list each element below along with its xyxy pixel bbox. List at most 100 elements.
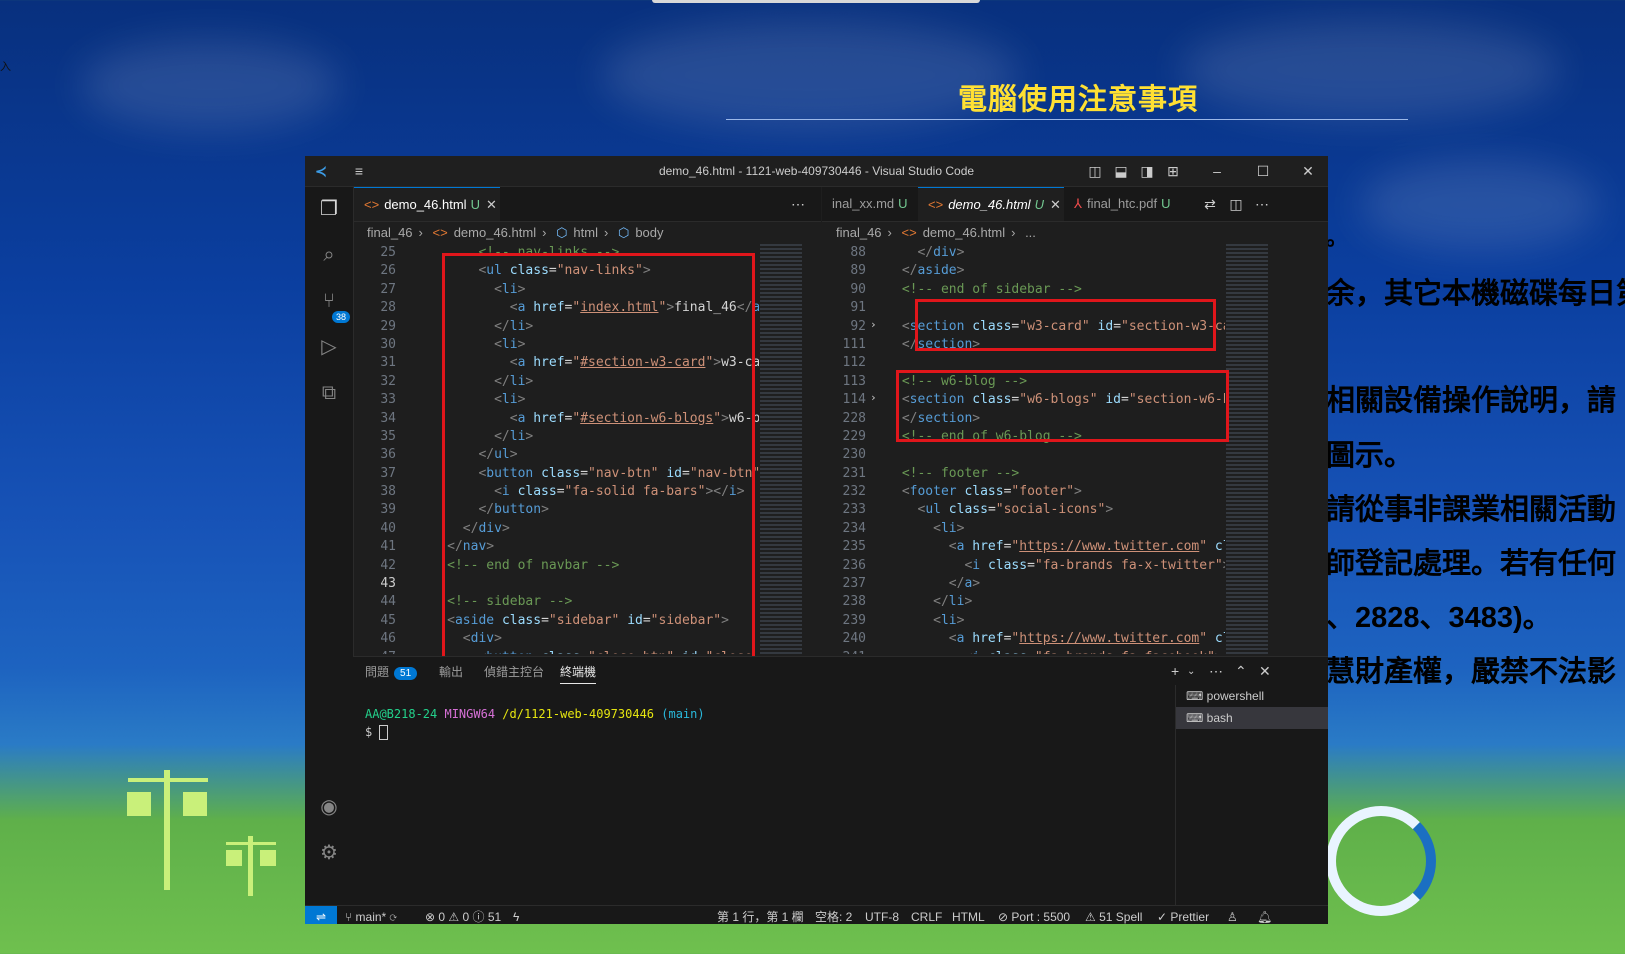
cursor-position[interactable]: 第 1 行，第 1 欄 — [717, 906, 804, 924]
open-changes-icon[interactable]: ⇄ — [1202, 196, 1218, 212]
run-debug-icon[interactable]: ▷ — [317, 335, 341, 359]
pdf-file-icon: ⅄ — [1074, 196, 1082, 211]
right-scrollbar[interactable] — [1270, 244, 1282, 654]
terminal-item-powershell[interactable]: ⌨ powershell — [1176, 685, 1328, 707]
close-tab-icon[interactable]: ✕ — [486, 197, 497, 212]
html-file-icon: <> — [364, 197, 380, 212]
prettier-status[interactable]: ✓ Prettier — [1157, 906, 1209, 924]
tab-terminal[interactable]: 終端機 — [560, 663, 597, 684]
line-number: 41 — [380, 539, 396, 555]
source-control-icon[interactable]: ⑂ — [317, 289, 341, 313]
line-number: 37 — [380, 465, 396, 481]
more-actions-icon[interactable]: ⋯ — [1209, 663, 1223, 680]
line-number: 234 — [842, 520, 866, 536]
close-tab-icon[interactable]: ✕ — [1050, 197, 1061, 212]
terminal-user: AA@B218-24 — [365, 707, 438, 721]
line-number: 228 — [842, 410, 866, 426]
explorer-icon[interactable]: ❐ — [317, 197, 341, 221]
chevron-down-icon[interactable]: ⌄ — [1187, 666, 1195, 677]
title-bar: ≺ ≡ demo_46.html - 1121-web-409730446 - … — [305, 156, 1328, 187]
split-editor-icon[interactable]: ◫ — [1228, 196, 1244, 212]
more-actions-icon[interactable]: ⋯ — [1254, 196, 1270, 212]
lightning-icon[interactable]: ϟ — [513, 906, 519, 924]
line-number: 46 — [380, 631, 396, 647]
accounts-icon[interactable]: ◉ — [317, 795, 341, 819]
spell-check[interactable]: ⚠ 51 Spell — [1085, 906, 1142, 924]
line-number: 32 — [380, 373, 396, 389]
tab-debug-console[interactable]: 偵錯主控台 — [484, 663, 544, 680]
left-tab-bar: <> demo_46.html U ✕ ⋯ — [354, 187, 821, 222]
notifications-bell-icon[interactable]: 🔔︎ — [1257, 906, 1272, 924]
line-number: 44 — [380, 594, 396, 610]
line-number: 112 — [842, 355, 866, 371]
new-terminal-icon[interactable]: + — [1171, 663, 1179, 679]
left-scrollbar[interactable] — [802, 244, 814, 654]
encoding[interactable]: UTF-8 — [865, 906, 899, 924]
fold-chevron-icon[interactable]: › — [870, 391, 877, 404]
language-mode[interactable]: HTML — [952, 906, 985, 924]
terminal-item-bash[interactable]: ⌨ bash — [1176, 707, 1328, 729]
fold-chevron-icon[interactable]: › — [870, 318, 877, 331]
toggle-panel-icon[interactable]: ⬓ — [1113, 163, 1129, 179]
line-number: 91 — [850, 300, 866, 316]
tab-problems[interactable]: 問題 51 — [365, 663, 418, 680]
status-bar: ⇌ ⑂ main* ⟳ ⊗ 0 ⚠ 0 ⓘ 51 ϟ 第 1 行，第 1 欄 空… — [305, 905, 1328, 924]
tab-demo-46-right[interactable]: <> demo_46.html U ✕ — [918, 187, 1064, 221]
more-actions-icon[interactable]: ⋯ — [790, 196, 806, 212]
accounts-status-icon[interactable]: ♙ — [1227, 906, 1238, 924]
line-number: 89 — [850, 263, 866, 279]
maximize-panel-icon[interactable]: ⌃ — [1235, 663, 1247, 680]
live-server-port[interactable]: ⊘ Port : 5500 — [998, 906, 1070, 924]
line-number: 25 — [380, 245, 396, 260]
line-number: 26 — [380, 263, 396, 279]
annotation-box — [915, 299, 1216, 351]
terminal-list: ⌨ powershell ⌨ bash — [1175, 685, 1328, 906]
settings-gear-icon[interactable]: ⚙ — [317, 841, 341, 865]
annotation-box — [442, 253, 755, 663]
bottom-panel: 問題 51 輸出 偵錯主控台 終端機 + ⌄ ⋯ ⌃ ✕ AA@B218-24 M… — [353, 656, 1328, 906]
cloud — [80, 40, 340, 130]
line-number: 30 — [380, 336, 396, 352]
line-number: 38 — [380, 484, 396, 500]
line-number: 232 — [842, 484, 866, 500]
branch-status[interactable]: ⑂ main* ⟳ — [345, 906, 397, 924]
toggle-secondary-sidebar-icon[interactable]: ◨ — [1139, 163, 1155, 179]
problems-status[interactable]: ⊗ 0 ⚠ 0 ⓘ 51 — [425, 906, 501, 924]
corner-mark: 入 — [0, 61, 11, 73]
left-minimap[interactable] — [760, 244, 802, 654]
lamp-head — [183, 792, 207, 816]
terminal-icon: ⌨ — [1186, 711, 1207, 725]
maximize-icon[interactable]: ☐ — [1255, 163, 1271, 179]
line-number: 230 — [842, 447, 866, 463]
minimize-icon[interactable]: – — [1209, 163, 1225, 179]
right-minimap[interactable] — [1226, 244, 1268, 654]
close-window-icon[interactable]: ✕ — [1300, 163, 1316, 179]
search-icon[interactable]: ⌕ — [317, 243, 341, 267]
customize-layout-icon[interactable]: ⊞ — [1165, 163, 1181, 179]
line-number: 114 — [842, 392, 866, 408]
extensions-icon[interactable]: ⧉ — [317, 381, 341, 405]
tab-final-xx-md[interactable]: inal_xx.md U — [822, 187, 918, 221]
end-of-line[interactable]: CRLF — [911, 906, 942, 924]
remote-indicator-icon[interactable]: ⇌ — [305, 906, 337, 924]
wallpaper-line: 相關設備操作說明，請 — [1326, 385, 1617, 417]
line-number: 40 — [380, 520, 396, 536]
sync-icon: ⟳ — [389, 910, 397, 924]
tab-demo-46-left[interactable]: <> demo_46.html U ✕ — [354, 187, 500, 221]
line-number: 36 — [380, 447, 396, 463]
close-panel-icon[interactable]: ✕ — [1259, 663, 1271, 680]
line-number: 43 — [380, 576, 396, 592]
vscode-window: ≺ ≡ demo_46.html - 1121-web-409730446 - … — [305, 156, 1328, 924]
terminal-output[interactable]: AA@B218-24 MINGW64 /d/1121-web-409730446… — [365, 707, 705, 740]
tab-final-htc-pdf[interactable]: ⅄ final_htc.pdf U — [1064, 187, 1192, 221]
wallpaper-line: 慧財產權，嚴禁不法影 — [1326, 656, 1617, 688]
tab-output[interactable]: 輸出 — [439, 663, 463, 680]
toggle-sidebar-icon[interactable]: ◫ — [1087, 163, 1103, 179]
indentation[interactable]: 空格: 2 — [815, 906, 852, 924]
line-number: 241 — [822, 649, 866, 654]
line-number: 27 — [380, 281, 396, 297]
school-logo — [1326, 806, 1436, 916]
terminal-branch: (main) — [661, 707, 705, 721]
line-number: 90 — [850, 281, 866, 297]
line-number: 28 — [380, 300, 396, 316]
